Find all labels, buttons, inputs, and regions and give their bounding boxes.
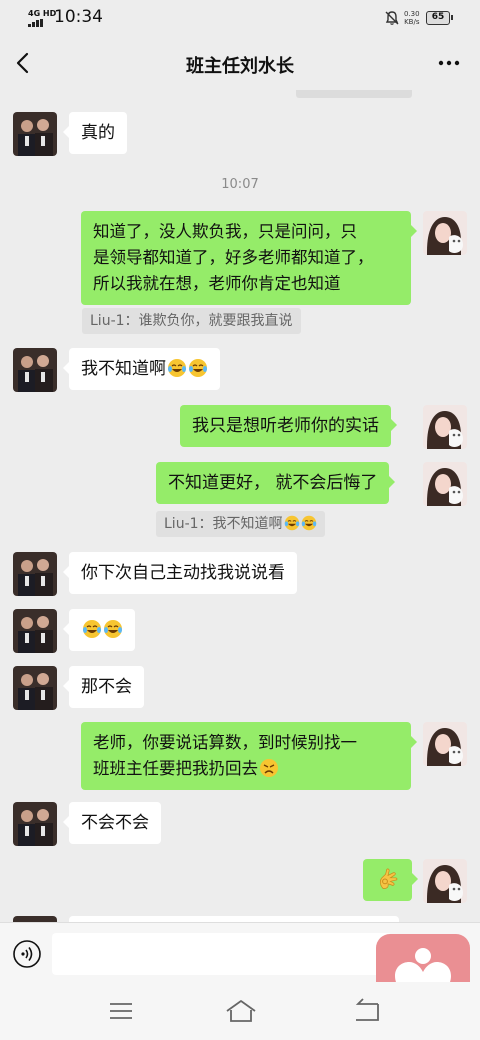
- avatar[interactable]: [13, 666, 57, 710]
- laugh-cry-emoji: [188, 358, 208, 378]
- laugh-cry-emoji: [167, 358, 187, 378]
- avatar[interactable]: [423, 859, 467, 903]
- avatar[interactable]: [13, 609, 57, 653]
- quote-text: Liu-1：我不知道啊: [164, 516, 283, 532]
- timestamp: 10:07: [221, 177, 259, 192]
- avatar[interactable]: [13, 348, 57, 392]
- message-text: 不知道更好， 就不会后悔了: [168, 473, 378, 493]
- message-bubble[interactable]: 知道了，没人欺负我，只是问问，只 是领导都知道了，好多老师都知道了， 所以我就在…: [81, 211, 417, 305]
- avatar[interactable]: [13, 112, 57, 156]
- laugh-cry-emoji: [284, 515, 300, 531]
- message-bubble[interactable]: 那不会: [63, 666, 144, 708]
- laugh-cry-emoji: [82, 619, 102, 639]
- message-text: 真的: [81, 123, 115, 143]
- message-text: 那不会: [81, 677, 132, 697]
- speed-unit: KB/s: [404, 18, 420, 26]
- more-dots-icon[interactable]: [436, 50, 462, 76]
- message-bubble[interactable]: [63, 609, 135, 651]
- message-text: 我不知道啊: [81, 359, 166, 379]
- speed-value: 0.30: [404, 10, 420, 18]
- message-bubble[interactable]: [363, 859, 418, 901]
- avatar[interactable]: [423, 405, 467, 449]
- quoted-message[interactable]: Liu-1：我不知道啊: [156, 511, 325, 537]
- laugh-cry-emoji: [301, 515, 317, 531]
- message-text: 不会不会: [81, 813, 149, 833]
- menu-icon[interactable]: [106, 998, 136, 1024]
- chat-title: 班主任刘水长: [186, 56, 294, 77]
- home-icon[interactable]: [224, 998, 258, 1024]
- voice-icon[interactable]: [12, 939, 42, 969]
- clock: 10:34: [54, 7, 103, 27]
- message-bubble[interactable]: 不会不会: [63, 802, 161, 844]
- avatar[interactable]: [423, 462, 467, 506]
- laugh-cry-emoji: [103, 619, 123, 639]
- message-bubble[interactable]: 真的: [63, 112, 127, 154]
- message-input[interactable]: [52, 933, 392, 975]
- message-bubble[interactable]: 不知道更好， 就不会后悔了: [156, 462, 396, 504]
- angry-emoji: [259, 758, 279, 778]
- message-bubble[interactable]: 你下次自己主动找我说说看: [63, 552, 297, 594]
- message-bubble[interactable]: 老师，你要说话算数，到时候别找一 班班主任要把我扔回去: [81, 722, 417, 790]
- message-text: 我只是想听老师你的实话: [192, 416, 379, 436]
- system-nav-bar: [0, 982, 480, 1040]
- message-list[interactable]: 真的 10:07 知道了，没人欺负我，只是问问，只 是领导都知道了，好多老师都知…: [0, 90, 480, 922]
- message-bubble[interactable]: 我不知道啊: [63, 348, 220, 390]
- message-line: 知道了，没人欺负我，只是问问，只: [93, 222, 357, 241]
- message-line: 是领导都知道了，好多老师都知道了，: [93, 248, 374, 267]
- avatar[interactable]: [423, 211, 467, 255]
- avatar[interactable]: [13, 802, 57, 846]
- signal-icon: [28, 19, 48, 27]
- battery-indicator: 65: [426, 11, 453, 25]
- network-type: 4G HD: [28, 9, 57, 18]
- network-speed: 0.30 KB/s: [404, 10, 420, 26]
- quote-cut-off: [296, 90, 412, 98]
- avatar[interactable]: [423, 722, 467, 766]
- quoted-message[interactable]: Liu-1：谁欺负你，就要跟我直说: [82, 308, 301, 334]
- chat-header: 班主任刘水长: [0, 36, 480, 90]
- back-arrow-icon[interactable]: [352, 998, 382, 1024]
- ok-hand-emoji: [376, 867, 400, 891]
- message-line: 班班主任要把我扔回去: [93, 759, 258, 778]
- mute-bell-icon: [385, 11, 399, 25]
- avatar[interactable]: [13, 552, 57, 596]
- message-bubble[interactable]: 我只是想听老师你的实话: [180, 405, 397, 447]
- message-line: 老师，你要说话算数，到时候别找一: [93, 733, 357, 752]
- status-bar: 4G HD 10:34 0.30 KB/s 65: [0, 0, 480, 36]
- message-line: 所以我就在想，老师你肯定也知道: [93, 274, 341, 293]
- message-text: 你下次自己主动找我说说看: [81, 563, 285, 583]
